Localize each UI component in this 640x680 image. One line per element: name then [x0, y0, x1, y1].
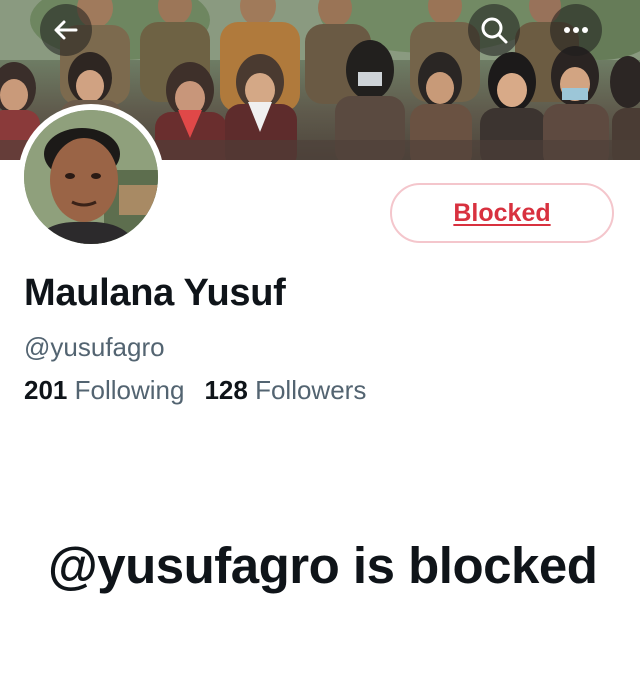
followers-count: 128: [204, 375, 248, 405]
avatar-image: [24, 110, 158, 244]
followers-label: Followers: [255, 375, 367, 405]
profile-page: Blocked Maulana Yusuf @yusufagro 201 Fol…: [0, 0, 640, 680]
following-count: 201: [24, 375, 68, 405]
follow-stats: 201 Following 128 Followers: [24, 375, 366, 406]
more-horizontal-icon: [564, 27, 588, 33]
search-icon: [481, 17, 508, 44]
avatar[interactable]: [18, 104, 164, 250]
search-button[interactable]: [468, 4, 520, 56]
followers-link[interactable]: 128 Followers: [204, 375, 366, 405]
blocked-button-label: Blocked: [453, 198, 551, 227]
arrow-left-icon: [54, 20, 78, 40]
blocked-notice-heading: @yusufagro is blocked: [48, 537, 598, 594]
display-name: Maulana Yusuf: [24, 272, 286, 314]
following-link[interactable]: 201 Following: [24, 375, 184, 405]
back-button[interactable]: [40, 4, 92, 56]
user-handle: @yusufagro: [24, 332, 165, 362]
more-options-button[interactable]: [550, 4, 602, 56]
blocked-button[interactable]: Blocked: [390, 183, 614, 243]
following-label: Following: [74, 375, 185, 405]
